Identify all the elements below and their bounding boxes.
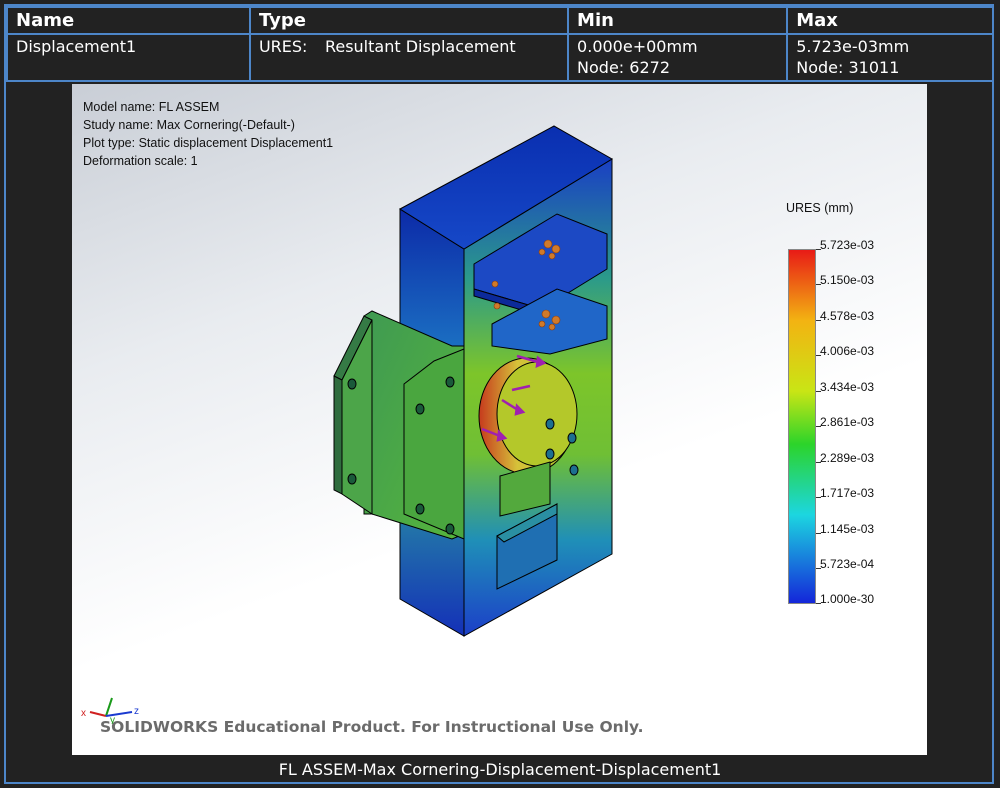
cell-type: URES: Resultant Displacement [248,33,570,82]
legend-tick: 1.000e-30 [820,592,875,606]
legend-tick: 1.145e-03 [820,522,875,536]
legend-title: URES (mm) [786,201,854,215]
legend-colorbar [788,249,816,604]
legend-tick: 1.717e-03 [820,486,875,500]
plot-viewport: Model name: FL ASSEM Study name: Max Cor… [72,84,927,755]
legend-tick: 5.723e-04 [820,557,875,571]
header-name: Name [6,6,251,35]
edu-watermark: SOLIDWORKS Educational Product. For Inst… [100,718,644,736]
min-value: 0.000e+00mm [577,37,698,56]
legend-tick: 2.861e-03 [820,415,875,429]
cell-max: 5.723e-03mm Node: 31011 [786,33,994,82]
legend-tick: 4.006e-03 [820,344,875,358]
header-max: Max [786,6,994,35]
type-label: Resultant Displacement [324,37,516,56]
max-node: Node: 31011 [796,58,900,77]
cell-min: 0.000e+00mm Node: 6272 [567,33,789,82]
max-value: 5.723e-03mm [796,37,910,56]
legend-tick: 3.434e-03 [820,380,875,394]
triad-z-label: z [134,706,139,717]
results-row: Displacement1 URES: Resultant Displacemen… [6,33,994,82]
header-min: Min [567,6,789,35]
min-node: Node: 6272 [577,58,670,77]
results-table: Name Type Min Max Displacement1 URES: Res… [6,6,994,82]
legend-tick: 4.578e-03 [820,309,875,323]
results-header-row: Name Type Min Max [6,6,994,35]
plot-caption: FL ASSEM-Max Cornering-Displacement-Disp… [278,760,722,779]
type-code: URES: [258,37,308,56]
legend-tick: 5.150e-03 [820,273,875,287]
header-type: Type [248,6,570,35]
legend-tick: 5.723e-03 [820,238,875,252]
legend-tick: 2.289e-03 [820,451,875,465]
cell-name: Displacement1 [6,33,251,82]
triad-x-label: x [81,708,86,719]
